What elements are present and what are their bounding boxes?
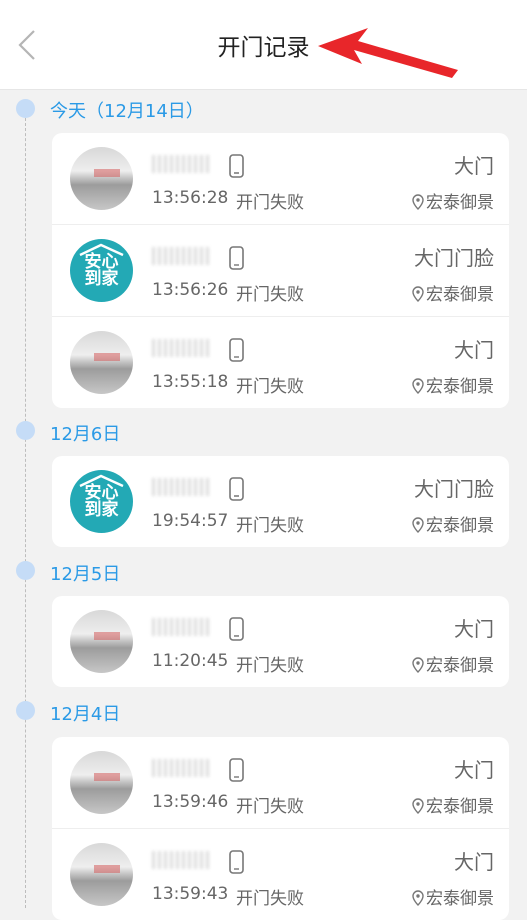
resident-name-blurred (152, 155, 212, 173)
section-date-label: 12月4日 (50, 704, 121, 725)
record-row[interactable]: 13:59:43 开门失败 大门 宏泰御景 (52, 829, 509, 920)
phone-icon (229, 617, 244, 641)
record-status: 开门失败 (236, 285, 304, 305)
timeline-dot (16, 421, 35, 440)
phone-icon (229, 477, 244, 501)
community-label: 宏泰御景 (426, 656, 494, 676)
record-status: 开门失败 (236, 797, 304, 817)
phone-icon (229, 758, 244, 782)
location-pin-icon (412, 517, 424, 533)
record-row[interactable]: 安心 到家 13:56:26 开门失败 大门门脸 宏泰御景 (52, 225, 509, 317)
resident-name-blurred (152, 247, 212, 265)
red-arrow-icon (318, 28, 458, 78)
resident-name-blurred (152, 478, 212, 496)
door-name: 大门 (454, 617, 494, 641)
community-label: 宏泰御景 (426, 285, 494, 305)
resident-name-blurred (152, 339, 212, 357)
brand-logo-line2: 到家 (84, 500, 119, 520)
resident-name-blurred (152, 759, 212, 777)
gate-photo-avatar (70, 331, 133, 394)
door-name: 大门 (454, 850, 494, 874)
section-date-label: 今天（12月14日） (50, 101, 204, 122)
brand-logo-line2: 到家 (84, 269, 119, 289)
resident-name-blurred (152, 618, 212, 636)
resident-name-blurred (152, 851, 212, 869)
record-status: 开门失败 (236, 516, 304, 536)
community-name: 宏泰御景 (412, 372, 494, 397)
record-status: 开门失败 (236, 377, 304, 397)
phone-icon (229, 246, 244, 270)
phone-icon (229, 850, 244, 874)
community-label: 宏泰御景 (426, 377, 494, 397)
records-card: 安心 到家 19:54:57 开门失败 大门门脸 宏泰御景 (52, 456, 509, 547)
door-name: 大门 (454, 154, 494, 178)
timeline-dot (16, 561, 35, 580)
record-time: 13:59:46 (152, 792, 229, 812)
section-date-label: 12月5日 (50, 564, 121, 585)
location-pin-icon (412, 798, 424, 814)
gate-photo-avatar (70, 751, 133, 814)
community-label: 宏泰御景 (426, 797, 494, 817)
door-name: 大门门脸 (414, 246, 494, 270)
record-status: 开门失败 (236, 656, 304, 676)
gate-photo-avatar (70, 610, 133, 673)
timeline-line (25, 108, 26, 908)
record-row[interactable]: 13:59:46 开门失败 大门 宏泰御景 (52, 737, 509, 829)
gate-photo-avatar (70, 843, 133, 906)
location-pin-icon (412, 194, 424, 210)
location-pin-icon (412, 286, 424, 302)
record-row[interactable]: 安心 到家 19:54:57 开门失败 大门门脸 宏泰御景 (52, 456, 509, 547)
records-card: 11:20:45 开门失败 大门 宏泰御景 (52, 596, 509, 687)
location-pin-icon (412, 657, 424, 673)
record-status: 开门失败 (236, 889, 304, 909)
timeline-dot (16, 99, 35, 118)
record-row[interactable]: 13:55:18 开门失败 大门 宏泰御景 (52, 317, 509, 408)
record-time: 11:20:45 (152, 651, 229, 671)
community-name: 宏泰御景 (412, 511, 494, 536)
header-bar: 开门记录 (0, 0, 527, 90)
records-card: 13:56:28 开门失败 大门 宏泰御景 安心 到家 13:56:26 开门失败… (52, 133, 509, 408)
phone-icon (229, 338, 244, 362)
community-name: 宏泰御景 (412, 280, 494, 305)
record-time: 19:54:57 (152, 511, 229, 531)
community-name: 宏泰御景 (412, 884, 494, 909)
brand-logo-avatar: 安心 到家 (70, 470, 133, 533)
community-name: 宏泰御景 (412, 188, 494, 213)
community-label: 宏泰御景 (426, 889, 494, 909)
timeline-dot (16, 701, 35, 720)
records-card: 13:59:46 开门失败 大门 宏泰御景 13:59:43 开门失败 大门 宏… (52, 737, 509, 920)
record-time: 13:56:28 (152, 188, 229, 208)
community-name: 宏泰御景 (412, 792, 494, 817)
community-name: 宏泰御景 (412, 651, 494, 676)
record-row[interactable]: 13:56:28 开门失败 大门 宏泰御景 (52, 133, 509, 225)
location-pin-icon (412, 378, 424, 394)
record-time: 13:56:26 (152, 280, 229, 300)
door-name: 大门门脸 (414, 477, 494, 501)
section-date-label: 12月6日 (50, 424, 121, 445)
phone-icon (229, 154, 244, 178)
community-label: 宏泰御景 (426, 193, 494, 213)
record-time: 13:59:43 (152, 884, 229, 904)
record-row[interactable]: 11:20:45 开门失败 大门 宏泰御景 (52, 596, 509, 687)
brand-logo-avatar: 安心 到家 (70, 239, 133, 302)
record-status: 开门失败 (236, 193, 304, 213)
location-pin-icon (412, 890, 424, 906)
community-label: 宏泰御景 (426, 516, 494, 536)
gate-photo-avatar (70, 147, 133, 210)
record-time: 13:55:18 (152, 372, 229, 392)
door-name: 大门 (454, 338, 494, 362)
door-name: 大门 (454, 758, 494, 782)
